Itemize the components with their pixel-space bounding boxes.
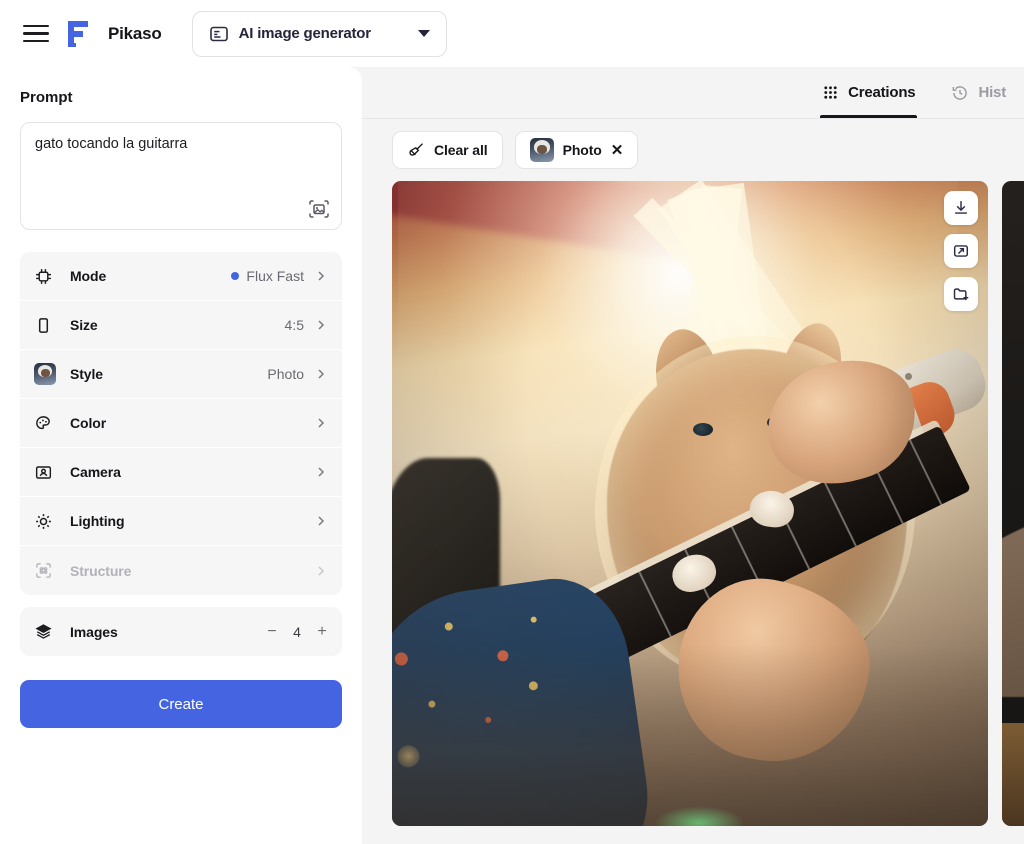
- option-label-color: Color: [70, 415, 107, 431]
- option-value-size-text: 4:5: [284, 317, 304, 333]
- option-row-color[interactable]: Color: [20, 399, 342, 448]
- results-tabs: Creations Hist: [362, 67, 1024, 119]
- ai-card-icon: [209, 24, 229, 44]
- option-value-size: 4:5: [285, 317, 304, 333]
- tab-history[interactable]: Hist: [933, 67, 1024, 118]
- option-row-images[interactable]: Images − 4 +: [20, 607, 342, 656]
- option-row-camera[interactable]: Camera: [20, 448, 342, 497]
- prompt-label: Prompt: [20, 89, 73, 106]
- tab-creations-label: Creations: [848, 84, 916, 101]
- generated-image-card[interactable]: [392, 181, 988, 826]
- option-value-style-text: Photo: [267, 366, 304, 382]
- option-value-mode: Flux Fast: [231, 268, 304, 284]
- chevron-right-icon[interactable]: [314, 465, 328, 479]
- images-count-stepper: − 4 +: [266, 623, 328, 641]
- freepik-f-logo[interactable]: [66, 18, 94, 50]
- app-header: Pikaso AI image generator: [0, 0, 1024, 67]
- option-row-size[interactable]: Size 4:5: [20, 301, 342, 350]
- option-label-size: Size: [70, 317, 98, 333]
- tab-creations[interactable]: Creations: [804, 67, 933, 118]
- image-action-buttons: [944, 191, 978, 311]
- images-count-group: Images − 4 +: [20, 607, 342, 656]
- option-label-lighting: Lighting: [70, 513, 125, 529]
- camera-frame-icon: [34, 461, 60, 483]
- tool-selector-label: AI image generator: [238, 25, 371, 42]
- broom-icon: [407, 141, 425, 159]
- rectangle-portrait-icon: [34, 314, 60, 336]
- grid-dots-icon: [822, 84, 839, 101]
- astronaut-thumbnail-icon: [529, 138, 554, 162]
- structure-frame-icon: [34, 560, 60, 582]
- create-button[interactable]: Create: [20, 680, 342, 728]
- option-value-mode-text: Flux Fast: [246, 268, 304, 284]
- palette-icon: [34, 412, 60, 434]
- prompt-input[interactable]: gato tocando la guitarra: [35, 135, 327, 155]
- tool-selector-dropdown[interactable]: AI image generator: [191, 10, 447, 57]
- chevron-right-icon: [314, 564, 328, 578]
- generated-image-secondary[interactable]: [1002, 181, 1024, 826]
- results-toolbar: Clear all Photo ✕: [362, 119, 1024, 181]
- add-to-folder-button[interactable]: [944, 277, 978, 311]
- option-row-structure: Structure: [20, 546, 342, 595]
- chip-icon: [34, 265, 60, 287]
- folder-plus-icon: [952, 285, 970, 303]
- clear-all-button[interactable]: Clear all: [392, 131, 503, 169]
- clock-rewind-icon: [951, 84, 969, 102]
- images-decrement-button[interactable]: −: [266, 623, 278, 641]
- download-button[interactable]: [944, 191, 978, 225]
- chevron-right-icon[interactable]: [314, 318, 328, 332]
- settings-sidebar: Prompt gato tocando la guitarra Mode Flu…: [0, 67, 362, 844]
- chevron-right-icon[interactable]: [314, 416, 328, 430]
- images-count-value: 4: [293, 623, 301, 640]
- option-label-mode: Mode: [70, 268, 107, 284]
- option-value-style: Photo: [267, 366, 304, 382]
- close-icon[interactable]: ✕: [611, 143, 624, 158]
- clear-all-label: Clear all: [434, 142, 488, 158]
- hamburger-menu-icon[interactable]: [20, 18, 52, 50]
- mode-status-dot: [231, 272, 240, 280]
- option-row-lighting[interactable]: Lighting: [20, 497, 342, 546]
- sun-icon: [34, 510, 60, 532]
- option-label-style: Style: [70, 366, 103, 382]
- generated-image-cat-guitar[interactable]: [392, 181, 988, 826]
- layers-icon: [34, 621, 60, 643]
- option-label-images: Images: [70, 623, 118, 640]
- generated-image-card[interactable]: [1002, 181, 1024, 826]
- chevron-right-icon[interactable]: [314, 367, 328, 381]
- images-increment-button[interactable]: +: [316, 623, 328, 641]
- download-icon: [952, 199, 970, 217]
- option-row-mode[interactable]: Mode Flux Fast: [20, 252, 342, 301]
- tab-history-label: Hist: [978, 84, 1006, 101]
- prompt-input-box[interactable]: gato tocando la guitarra: [20, 122, 342, 230]
- app-body: Prompt gato tocando la guitarra Mode Flu…: [0, 67, 1024, 844]
- app-brand-title: Pikaso: [108, 23, 162, 43]
- generation-options-group: Mode Flux Fast Size 4:5 Style Photo Colo…: [20, 252, 342, 595]
- style-thumbnail-astronaut-icon: [34, 363, 60, 385]
- option-label-structure: Structure: [70, 562, 132, 579]
- expand-icon: [952, 242, 970, 260]
- option-row-style[interactable]: Style Photo: [20, 350, 342, 399]
- option-label-camera: Camera: [70, 464, 121, 480]
- chevron-right-icon[interactable]: [314, 514, 328, 528]
- results-gallery: [362, 181, 1024, 826]
- style-chip-label: Photo: [562, 142, 602, 158]
- expand-button[interactable]: [944, 234, 978, 268]
- image-upload-icon[interactable]: [307, 197, 331, 221]
- chevron-down-icon[interactable]: [417, 30, 430, 37]
- style-chip-photo[interactable]: Photo ✕: [514, 131, 639, 169]
- chevron-right-icon[interactable]: [314, 269, 328, 283]
- main-content: Creations Hist Clear all Photo ✕: [362, 67, 1024, 844]
